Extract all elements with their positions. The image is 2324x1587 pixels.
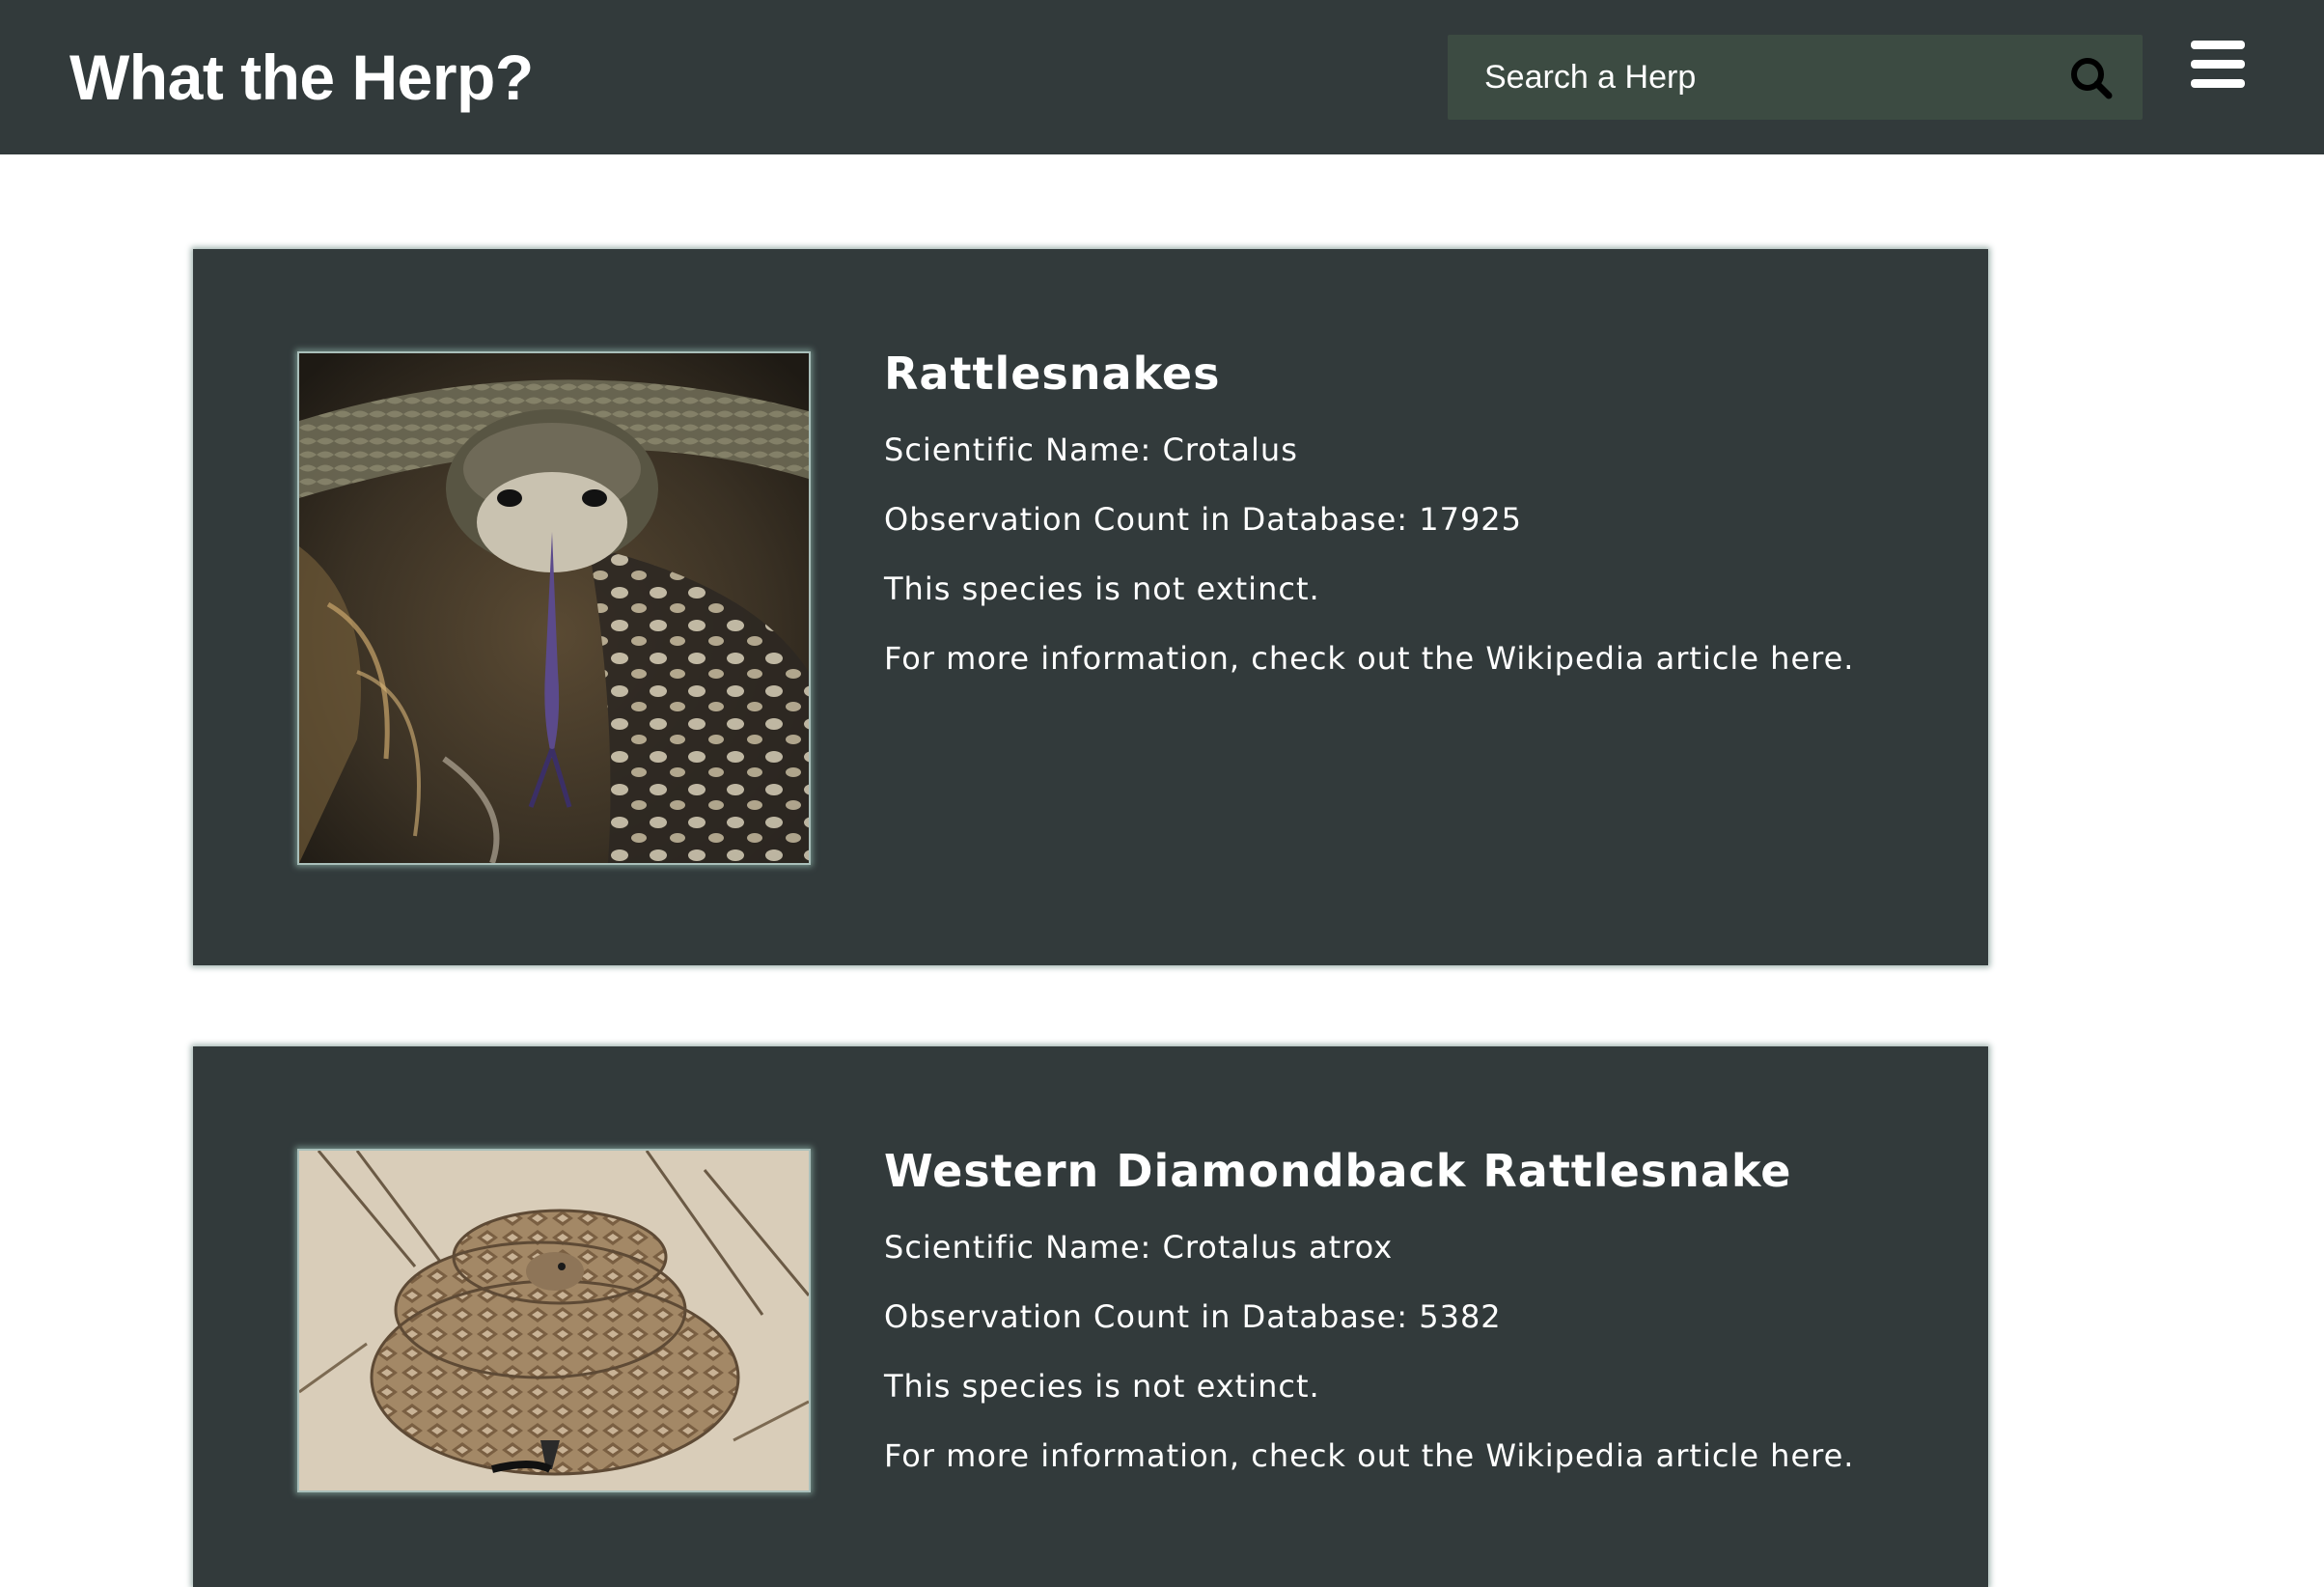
observation-count: Observation Count in Database: 17925 [884, 501, 1523, 538]
species-photo[interactable] [297, 351, 811, 865]
search-button[interactable] [2069, 56, 2114, 100]
site-header: What the Herp? [0, 0, 2324, 154]
species-info: Western Diamondback Rattlesnake Scientif… [884, 1139, 1926, 1490]
species-name[interactable]: Western Diamondback Rattlesnake [884, 1139, 1926, 1203]
species-card[interactable]: Rattlesnakes Scientific Name: Crotalus O… [193, 249, 1988, 965]
scientific-name: Scientific Name: Crotalus [884, 432, 1298, 468]
wikipedia-link[interactable]: For more information, check out the Wiki… [884, 1421, 1926, 1490]
species-card[interactable]: Western Diamondback Rattlesnake Scientif… [193, 1046, 1988, 1587]
menu-button[interactable] [2191, 41, 2245, 89]
observation-count: Observation Count in Database: 5382 [884, 1298, 1502, 1335]
extinction-status: This species is not extinct. [884, 571, 1320, 607]
wikipedia-link[interactable]: For more information, check out the Wiki… [884, 624, 1926, 693]
search-bar [1448, 35, 2143, 120]
species-info: Rattlesnakes Scientific Name: Crotalus O… [884, 342, 1926, 693]
search-input[interactable] [1448, 35, 2063, 120]
species-name[interactable]: Rattlesnakes [884, 342, 1926, 405]
species-photo[interactable] [297, 1149, 811, 1492]
scientific-name: Scientific Name: Crotalus atrox [884, 1229, 1394, 1266]
extinction-status: This species is not extinct. [884, 1368, 1320, 1405]
search-icon [2071, 58, 2113, 99]
site-title[interactable]: What the Herp? [69, 37, 534, 118]
